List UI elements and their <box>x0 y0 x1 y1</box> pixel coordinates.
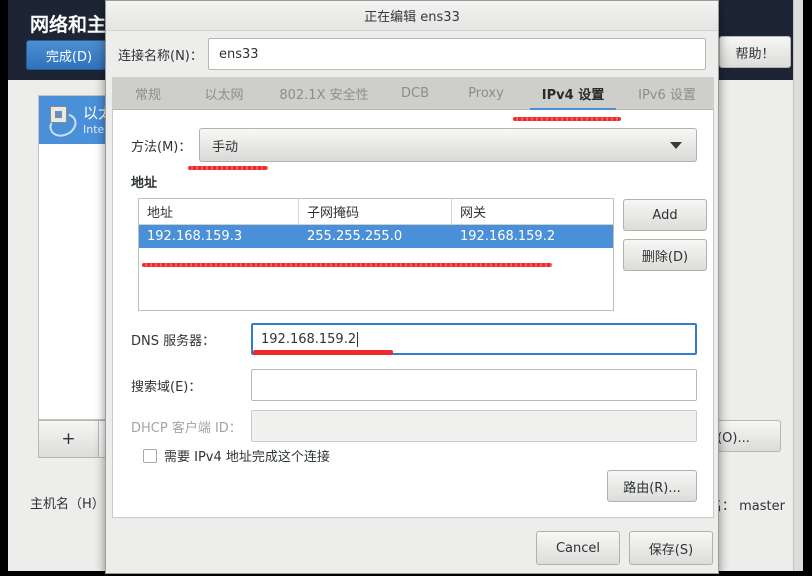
add-interface-button[interactable]: + <box>38 420 98 458</box>
help-button[interactable]: 帮助！ <box>719 36 791 68</box>
connection-name-label: 连接名称(N)： <box>118 48 203 64</box>
require-ipv4-row[interactable]: 需要 IPv4 地址完成这个连接 <box>143 446 330 465</box>
method-label: 方法(M)： <box>131 139 192 155</box>
dhcp-client-id-input <box>251 410 697 442</box>
connection-name-input[interactable]: ens33 <box>208 38 706 70</box>
dialog-title: 正在编辑 ens33 <box>364 10 460 25</box>
dns-servers-value: 192.168.159.2 <box>261 331 357 347</box>
edit-connection-dialog: 正在编辑 ens33 连接名称(N)： ens33 常规 以太网 802.1X … <box>105 0 719 574</box>
method-row: 方法(M)： 手动 <box>131 128 697 162</box>
routes-button[interactable]: 路由(R)... <box>607 470 697 502</box>
table-row[interactable]: 192.168.159.3 255.255.255.0 192.168.159.… <box>139 225 613 248</box>
annotation-underline-method <box>188 166 268 170</box>
search-domains-input[interactable] <box>251 369 697 401</box>
dialog-titlebar: 正在编辑 ens33 <box>106 1 718 31</box>
annotation-underline-ipv4-tab <box>513 117 621 121</box>
tab-8021x-security[interactable]: 802.1X 安全性 <box>264 77 384 110</box>
tab-bar: 常规 以太网 802.1X 安全性 DCB Proxy IPv4 设置 IPv6… <box>112 77 714 111</box>
addresses-heading: 地址 <box>131 176 158 191</box>
tab-ipv4-settings[interactable]: IPv4 设置 <box>526 77 620 111</box>
ethernet-icon <box>45 105 81 141</box>
current-hostname-value: 名： master <box>709 499 785 514</box>
done-button[interactable]: 完成(D) <box>26 40 112 70</box>
cell-address: 192.168.159.3 <box>147 229 243 244</box>
add-address-button[interactable]: Add <box>623 199 707 231</box>
tab-ethernet[interactable]: 以太网 <box>184 77 264 110</box>
method-value: 手动 <box>212 139 239 155</box>
cell-gateway: 192.168.159.2 <box>460 229 556 244</box>
cancel-button[interactable]: Cancel <box>536 531 620 565</box>
addresses-table: 地址 子网掩码 网关 192.168.159.3 255.255.255.0 1… <box>138 198 614 311</box>
dns-servers-label: DNS 服务器： <box>131 333 216 349</box>
tab-ipv6-settings[interactable]: IPv6 设置 <box>620 77 714 110</box>
connection-name-row: 连接名称(N)： ens33 <box>106 32 718 76</box>
dhcp-client-id-label: DHCP 客户端 ID： <box>131 420 242 436</box>
column-header-address: 地址 <box>139 199 299 224</box>
method-select[interactable]: 手动 <box>199 128 697 162</box>
hostname-label: 主机名（H） <box>30 497 105 512</box>
dns-servers-row: DNS 服务器： 192.168.159.2 <box>131 323 697 355</box>
search-domains-row: 搜索域(E)： <box>131 369 697 401</box>
cell-netmask: 255.255.255.0 <box>307 229 403 244</box>
delete-address-button[interactable]: 删除(D) <box>623 239 707 271</box>
dialog-footer: Cancel 保存(S) <box>106 519 718 573</box>
text-caret <box>357 331 359 347</box>
search-domains-label: 搜索域(E)： <box>131 379 202 395</box>
require-ipv4-checkbox[interactable] <box>143 448 157 463</box>
column-header-gateway: 网关 <box>460 206 487 221</box>
annotation-underline-dns <box>253 350 393 355</box>
table-header-row: 地址 子网掩码 网关 <box>139 199 613 225</box>
tab-general[interactable]: 常规 <box>112 77 184 110</box>
column-header-netmask: 子网掩码 <box>299 199 452 224</box>
ipv4-settings-panel: 方法(M)： 手动 地址 地址 子网掩码 网关 192.168.159.3 25… <box>112 110 714 518</box>
tab-proxy[interactable]: Proxy <box>446 77 526 110</box>
screen: 网络和主机名 完成(D) 装 帮助！ 以太 Intel <box>0 0 812 576</box>
tab-dcb[interactable]: DCB <box>384 77 446 110</box>
annotation-underline-address-row <box>142 263 552 267</box>
require-ipv4-label: 需要 IPv4 地址完成这个连接 <box>164 450 330 465</box>
chevron-down-icon <box>670 142 682 149</box>
save-button[interactable]: 保存(S) <box>629 531 713 565</box>
window-scrollbar[interactable] <box>793 0 803 571</box>
dhcp-client-id-row: DHCP 客户端 ID： <box>131 410 697 442</box>
